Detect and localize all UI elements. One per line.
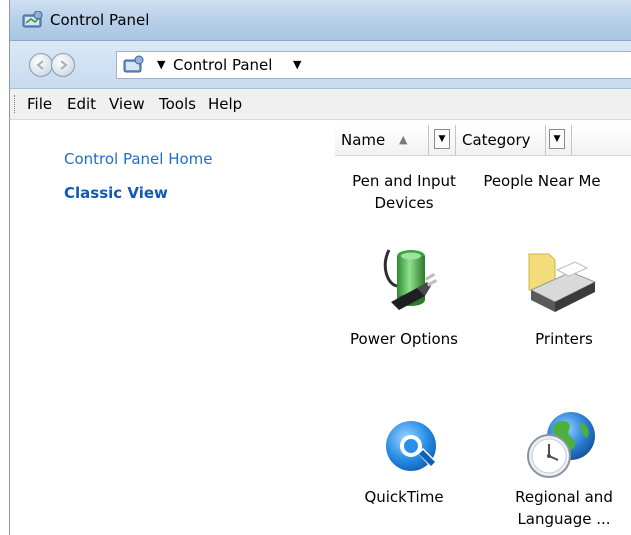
item-people-near-me[interactable]: People Near Me [477,170,607,192]
item-label: People Near Me [483,172,601,190]
menu-edit[interactable]: Edit [67,95,96,113]
item-label: Power Options [350,330,458,348]
column-header: Name ▲ ▼ Category ▼ [335,125,631,156]
column-name-header[interactable]: Name [341,131,385,149]
menu-grip [14,95,17,113]
address-field[interactable]: ▼ Control Panel ▼ [116,51,631,79]
title-bar[interactable]: Control Panel [10,0,631,41]
control-panel-window: Control Panel ▼ Control Panel ▼ File Edi… [9,0,631,535]
classic-view-link[interactable]: Classic View [64,184,168,202]
control-panel-address-icon [123,55,144,73]
quicktime-icon [386,421,437,471]
item-pen-input[interactable]: Pen and Input Devices [339,170,469,214]
item-label: Pen and Input Devices [352,172,456,212]
menu-bar: File Edit View Tools Help [10,89,631,120]
printers-icon [528,253,597,312]
power-options-icon [383,249,438,310]
menu-view[interactable]: View [109,95,145,113]
menu-help[interactable]: Help [208,95,242,113]
breadcrumb-location[interactable]: Control Panel [173,56,272,74]
control-panel-icon [22,11,43,28]
items-view: Pen and Input Devices People Near Me Pow… [335,156,631,535]
item-power-options[interactable]: Power Options [339,328,469,350]
column-category-header[interactable]: Category [462,131,531,149]
forward-arrow-icon [60,60,68,70]
back-arrow-icon [36,60,44,70]
task-pane: Control Panel Home Classic View [10,120,333,535]
item-quicktime[interactable]: QuickTime [339,486,469,508]
breadcrumb-dropdown-icon[interactable]: ▼ [157,58,165,71]
control-panel-home-link[interactable]: Control Panel Home [64,150,213,168]
address-bar: ▼ Control Panel ▼ [10,41,631,89]
item-label: Printers [535,330,593,348]
sort-ascending-icon: ▲ [399,133,408,146]
menu-tools[interactable]: Tools [159,95,196,113]
item-printers[interactable]: Printers [499,328,629,350]
item-label: Regional and Language ... [515,488,613,528]
menu-file[interactable]: File [27,95,52,113]
category-filter-dropdown[interactable]: ▼ [549,129,565,149]
forward-button[interactable] [51,53,75,77]
back-button[interactable] [29,53,53,77]
item-regional-language[interactable]: Regional and Language ... [499,486,629,530]
item-label: QuickTime [364,488,444,506]
regional-language-icon [527,412,595,478]
window-title: Control Panel [50,11,150,29]
name-filter-dropdown[interactable]: ▼ [434,129,450,149]
location-dropdown-icon[interactable]: ▼ [293,58,301,71]
